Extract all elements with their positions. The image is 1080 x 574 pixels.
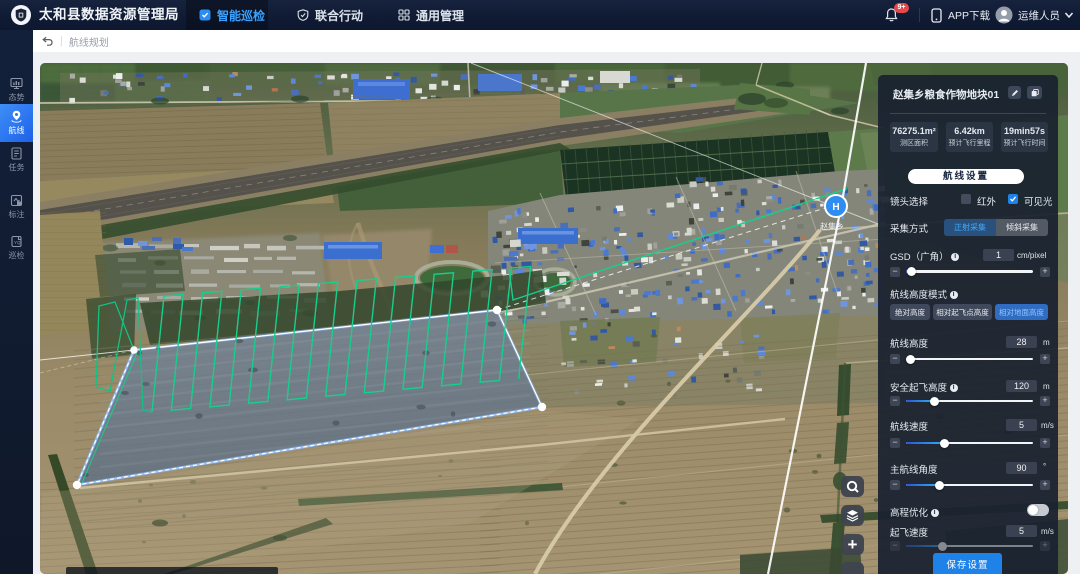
svg-text:YQ: YQ — [14, 240, 21, 245]
svg-text:赵集乡: 赵集乡 — [820, 221, 844, 231]
svg-text:H: H — [832, 202, 839, 213]
